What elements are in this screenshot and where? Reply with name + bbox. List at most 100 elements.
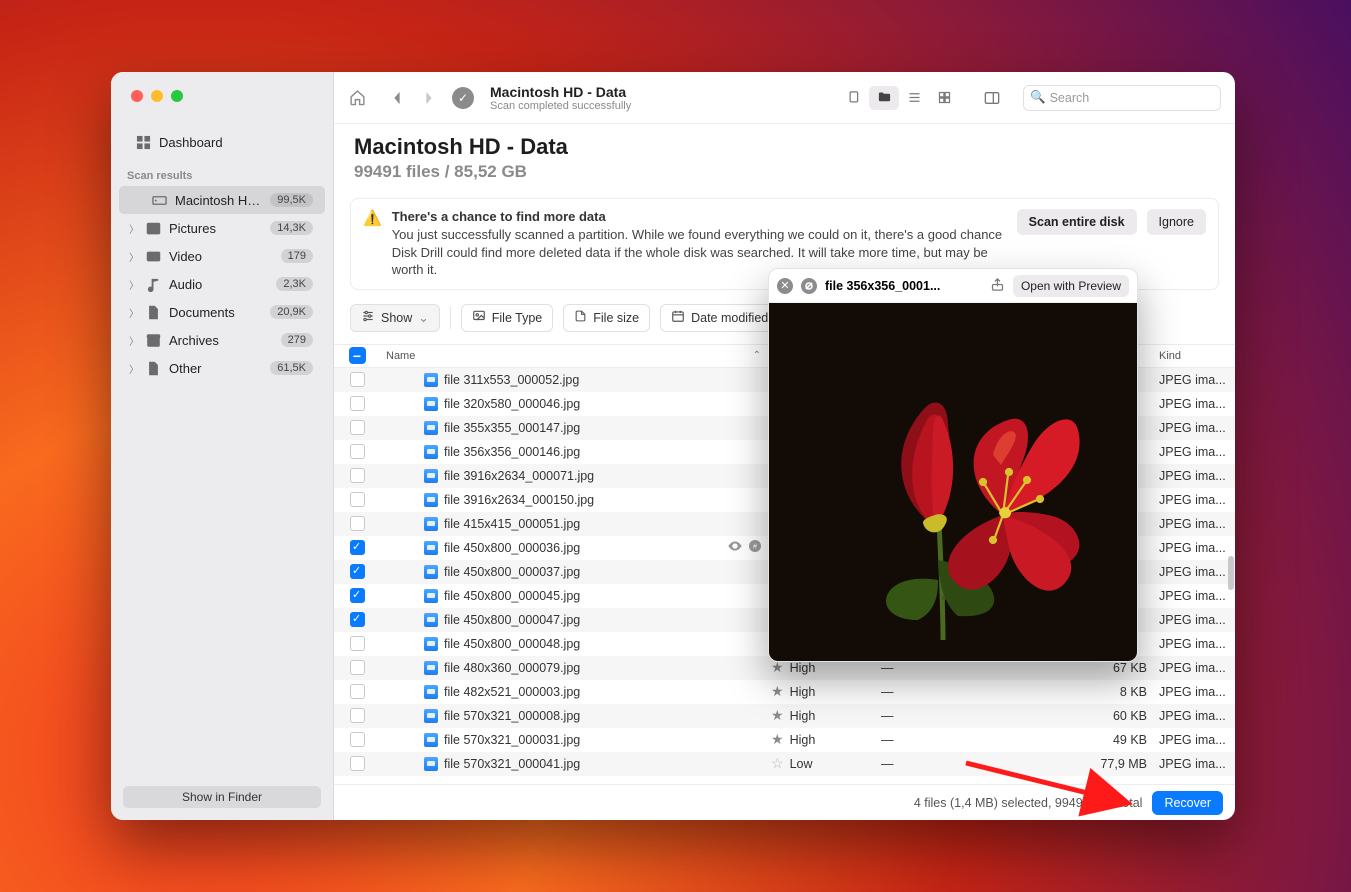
sidebar-item-badge: 20,9K bbox=[270, 305, 313, 319]
file-name: file 356x356_000146.jpg bbox=[444, 445, 580, 459]
footer-bar: 4 files (1,4 MB) selected, 99491 files t… bbox=[334, 784, 1235, 820]
star-icon: ★ bbox=[771, 707, 784, 723]
file-name: file 450x800_000045.jpg bbox=[444, 589, 580, 603]
view-list-button[interactable] bbox=[899, 86, 929, 110]
show-in-finder-button[interactable]: Show in Finder bbox=[123, 786, 321, 808]
row-checkbox[interactable] bbox=[350, 492, 365, 507]
kind-value: JPEG ima... bbox=[1153, 733, 1235, 747]
file-size-filter-label: File size bbox=[593, 311, 639, 325]
table-row[interactable]: file 570x321_000041.jpg#☆Low—77,9 MBJPEG… bbox=[334, 752, 1235, 776]
file-name: file 3916x2634_000071.jpg bbox=[444, 469, 594, 483]
preview-image bbox=[769, 303, 1137, 661]
row-checkbox[interactable] bbox=[350, 516, 365, 531]
back-button[interactable] bbox=[384, 85, 410, 111]
row-checkbox[interactable] bbox=[350, 612, 365, 627]
banner-title: There's a chance to find more data bbox=[392, 209, 1007, 224]
row-checkbox[interactable] bbox=[350, 564, 365, 579]
warning-icon: ⚠️ bbox=[363, 209, 382, 227]
table-row[interactable]: file 570x321_000008.jpg#★High—60 KBJPEG … bbox=[334, 704, 1235, 728]
date-modified-filter-button[interactable]: Date modified bbox=[660, 304, 779, 332]
audio-icon bbox=[145, 276, 161, 292]
row-checkbox[interactable] bbox=[350, 636, 365, 651]
forward-button[interactable] bbox=[416, 85, 442, 111]
sidebar-item-disk[interactable]: Macintosh HD -...99,5K bbox=[119, 186, 325, 214]
table-row[interactable]: file 482x521_000003.jpg#★High—8 KBJPEG i… bbox=[334, 680, 1235, 704]
file-icon bbox=[424, 685, 438, 699]
file-size-filter-button[interactable]: File size bbox=[563, 304, 650, 332]
calendar-icon bbox=[671, 309, 685, 326]
sidebar-item-other[interactable]: 〉Other61,5K bbox=[119, 354, 325, 382]
view-tree-button[interactable] bbox=[839, 86, 869, 110]
file-icon bbox=[424, 493, 438, 507]
file-name: file 480x360_000079.jpg bbox=[444, 661, 580, 675]
eye-icon[interactable] bbox=[727, 538, 743, 557]
file-name: file 570x321_000008.jpg bbox=[444, 709, 580, 723]
fullscreen-preview-button[interactable] bbox=[801, 278, 817, 294]
file-icon bbox=[424, 565, 438, 579]
row-checkbox[interactable] bbox=[350, 468, 365, 483]
kind-value: JPEG ima... bbox=[1153, 517, 1235, 531]
ignore-button[interactable]: Ignore bbox=[1147, 209, 1206, 235]
star-icon: ☆ bbox=[771, 755, 784, 771]
search-field[interactable]: 🔍 Search bbox=[1023, 85, 1221, 111]
file-name: file 3916x2634_000150.jpg bbox=[444, 493, 594, 507]
row-checkbox[interactable] bbox=[350, 660, 365, 675]
header-checkbox[interactable]: − bbox=[349, 347, 366, 364]
file-icon bbox=[574, 309, 587, 326]
minimize-window-button[interactable] bbox=[151, 90, 163, 102]
sidebar-dashboard[interactable]: Dashboard bbox=[119, 128, 325, 156]
row-checkbox[interactable] bbox=[350, 396, 365, 411]
date-value: — bbox=[881, 709, 1071, 723]
recovery-value: High bbox=[790, 661, 816, 675]
row-checkbox[interactable] bbox=[350, 444, 365, 459]
toolbar-title: Macintosh HD - Data bbox=[490, 84, 631, 100]
sidebar-item-video[interactable]: 〉Video179 bbox=[119, 242, 325, 270]
sidebar-item-archives[interactable]: 〉Archives279 bbox=[119, 326, 325, 354]
sidebar-item-audio[interactable]: 〉Audio2,3K bbox=[119, 270, 325, 298]
table-row[interactable]: file 570x321_000031.jpg#★High—49 KBJPEG … bbox=[334, 728, 1235, 752]
file-name: file 320x580_000046.jpg bbox=[444, 397, 580, 411]
file-icon bbox=[424, 637, 438, 651]
share-icon[interactable] bbox=[990, 277, 1005, 295]
kind-value: JPEG ima... bbox=[1153, 613, 1235, 627]
window-controls bbox=[111, 72, 333, 118]
column-name[interactable]: Name⌃ bbox=[380, 350, 771, 362]
size-value: 8 KB bbox=[1071, 685, 1153, 699]
sidebar-item-label: Documents bbox=[169, 305, 262, 320]
recover-button[interactable]: Recover bbox=[1152, 791, 1223, 815]
row-checkbox[interactable] bbox=[350, 588, 365, 603]
row-checkbox[interactable] bbox=[350, 420, 365, 435]
row-checkbox[interactable] bbox=[350, 708, 365, 723]
home-button[interactable] bbox=[344, 85, 370, 111]
view-folder-button[interactable] bbox=[869, 86, 899, 110]
sidebar-item-pictures[interactable]: 〉Pictures14,3K bbox=[119, 214, 325, 242]
search-icon: 🔍 bbox=[1030, 90, 1046, 105]
toggle-preview-button[interactable] bbox=[977, 86, 1007, 110]
pictures-icon bbox=[145, 220, 161, 236]
close-window-button[interactable] bbox=[131, 90, 143, 102]
sidebar-item-documents[interactable]: 〉 Documents 20,9K bbox=[119, 298, 325, 326]
row-checkbox[interactable] bbox=[350, 756, 365, 771]
date-value: — bbox=[881, 661, 1071, 675]
open-with-preview-button[interactable]: Open with Preview bbox=[1013, 275, 1129, 297]
close-preview-button[interactable]: ✕ bbox=[777, 278, 793, 294]
column-kind[interactable]: Kind bbox=[1153, 350, 1235, 362]
row-checkbox[interactable] bbox=[350, 684, 365, 699]
zoom-window-button[interactable] bbox=[171, 90, 183, 102]
file-icon bbox=[424, 373, 438, 387]
scan-entire-disk-button[interactable]: Scan entire disk bbox=[1017, 209, 1137, 235]
row-checkbox[interactable] bbox=[350, 540, 365, 555]
video-icon bbox=[145, 248, 161, 264]
view-grid-button[interactable] bbox=[929, 86, 959, 110]
chevron-right-icon: 〉 bbox=[129, 305, 137, 320]
file-type-filter-button[interactable]: File Type bbox=[461, 304, 554, 332]
show-filter-button[interactable]: Show ⌄ bbox=[350, 304, 440, 332]
row-checkbox[interactable] bbox=[350, 732, 365, 747]
sidebar-dashboard-label: Dashboard bbox=[159, 135, 313, 150]
star-icon: ★ bbox=[771, 683, 784, 699]
hex-icon[interactable]: # bbox=[747, 538, 763, 557]
scrollbar[interactable] bbox=[1228, 368, 1234, 618]
sidebar-section-label: Scan results bbox=[111, 156, 333, 186]
row-checkbox[interactable] bbox=[350, 372, 365, 387]
disk-icon bbox=[151, 192, 167, 208]
